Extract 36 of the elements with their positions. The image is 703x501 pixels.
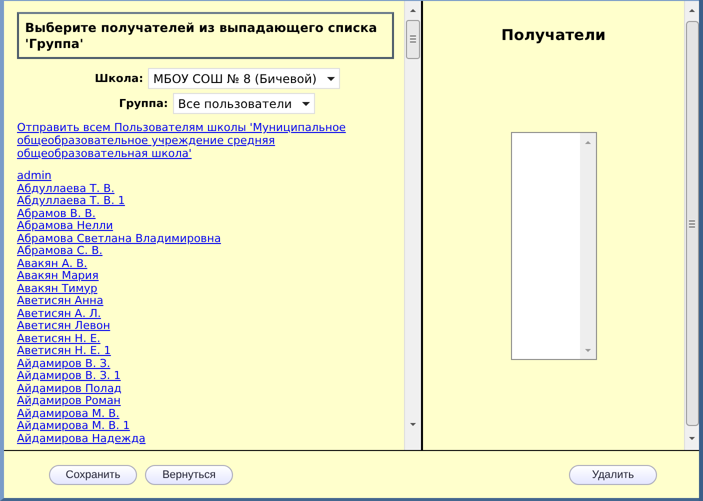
user-link[interactable]: Айдамирова М. В. <box>17 408 120 420</box>
user-link[interactable]: Айдамирова М. В. 1 <box>17 420 130 432</box>
user-link[interactable]: Абдуллаева Т. В. 1 <box>17 195 125 208</box>
field-label: Группа: <box>118 97 168 110</box>
user-link[interactable]: Авакян Мария <box>17 270 99 282</box>
user-link[interactable]: admin <box>17 170 52 182</box>
user-link[interactable]: Абдуллаева Т. В. <box>17 182 114 195</box>
field-label: Школа: <box>94 72 144 85</box>
user-link[interactable]: Айдамиров Полад <box>17 382 122 395</box>
user-link[interactable]: Аветисян Н. Е. 1 <box>17 345 111 358</box>
user-link[interactable]: Авакян Тимур <box>17 282 98 295</box>
dropdown[interactable]: МБОУ СОШ № 8 (Бичевой) <box>148 68 340 89</box>
instruction-heading: Выберите получателей из выпадающего списка 'Группа' <box>17 12 394 59</box>
footer-button[interactable]: Удалить <box>569 464 657 484</box>
user-link[interactable]: Абрамова С. В. <box>17 245 102 258</box>
scrollbar-drawing[interactable] <box>580 133 596 359</box>
user-link[interactable]: Абрамова Светлана Владимировна <box>17 232 221 245</box>
caret-icon <box>302 102 310 106</box>
user-link[interactable]: Айдамиров В. З. 1 <box>17 370 121 382</box>
recipients-heading: Получатели <box>501 26 606 44</box>
footer-button[interactable]: Вернуться <box>145 464 233 484</box>
recipients-listbox[interactable] <box>510 132 596 360</box>
footer-button[interactable]: Сохранить <box>49 464 137 484</box>
send-all-link[interactable]: Отправить всем Пользователям школы 'Муниципальное общеобразовательное учреждение средняя общеобразовательная школа' <box>17 121 357 160</box>
user-link[interactable]: Аветисян Анна <box>17 295 104 308</box>
user-link[interactable]: Абрамова Нелли <box>17 220 114 232</box>
user-link[interactable]: Аветисян Левон <box>17 320 110 332</box>
caret-icon <box>326 76 335 80</box>
user-link[interactable]: Айдамиров В. З. <box>17 358 110 370</box>
dropdown[interactable]: Все пользователи <box>173 93 315 114</box>
user-link[interactable]: Аветисян Н. Е. <box>17 332 100 345</box>
user-link[interactable]: Аветисян А. Л. <box>17 308 101 320</box>
user-link[interactable]: Айдамиров Роман <box>17 395 121 408</box>
user-link[interactable]: Айдамирова Надежда <box>17 432 146 445</box>
user-link[interactable]: Авакян А. В. <box>17 258 88 270</box>
user-link[interactable]: Абрамов В. В. <box>17 208 96 220</box>
